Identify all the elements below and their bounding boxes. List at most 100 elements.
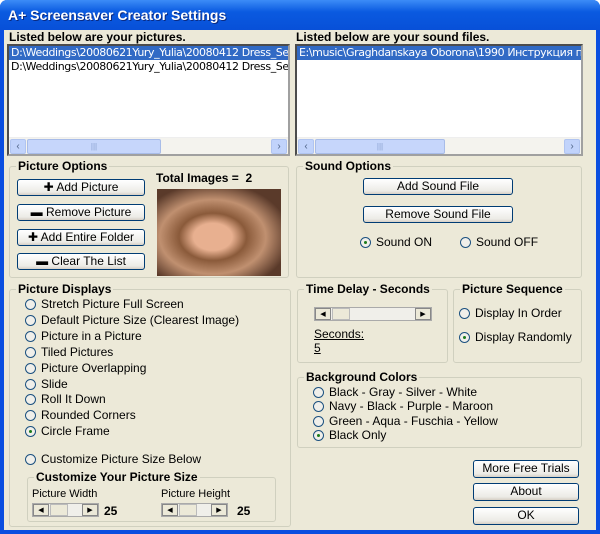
- display-option-circle[interactable]: Circle Frame: [25, 424, 110, 438]
- clear-list-button[interactable]: ▬ Clear The List: [17, 253, 145, 270]
- pictures-list[interactable]: D:\Weddings\20080621Yury_Yulia\20080412 …: [7, 44, 290, 156]
- radio-label: Black - Gray - Silver - White: [329, 385, 478, 399]
- radio-icon: [460, 237, 471, 248]
- sound-off-radio[interactable]: Sound OFF: [460, 235, 538, 249]
- scroll-left-icon[interactable]: ‹: [298, 139, 314, 154]
- minus-icon: ▬: [30, 205, 46, 219]
- time-delay-slider[interactable]: ◀ ▶: [314, 307, 432, 321]
- list-item[interactable]: D:\Weddings\20080621Yury_Yulia\20080412 …: [9, 46, 288, 60]
- button-label: Remove Picture: [45, 205, 132, 219]
- slider-arrow-icon[interactable]: ◀: [315, 308, 331, 320]
- display-option-default[interactable]: Default Picture Size (Clearest Image): [25, 313, 239, 327]
- bg-option-green[interactable]: Green - Aqua - Fuschia - Yellow: [313, 414, 498, 428]
- radio-icon: [25, 363, 36, 374]
- radio-checked-icon: [313, 430, 324, 441]
- more-free-trials-button[interactable]: More Free Trials: [473, 460, 579, 478]
- radio-label: Picture Overlapping: [41, 361, 147, 375]
- height-slider[interactable]: ◀ ▶: [161, 503, 228, 517]
- slider-arrow-icon[interactable]: ◀: [162, 504, 178, 516]
- display-option-customize[interactable]: Customize Picture Size Below: [25, 452, 201, 466]
- height-value: 25: [237, 504, 251, 518]
- minus-icon: ▬: [36, 254, 52, 268]
- scroll-left-icon[interactable]: ‹: [10, 139, 26, 154]
- scroll-thumb[interactable]: |||: [315, 139, 445, 154]
- bg-option-black-only[interactable]: Black Only: [313, 428, 386, 442]
- picture-sequence-group: Picture Sequence: [453, 282, 582, 363]
- about-button[interactable]: About: [473, 483, 579, 501]
- group-title: Picture Displays: [16, 282, 114, 296]
- plus-icon: ✚: [27, 230, 41, 244]
- sequence-random-radio[interactable]: Display Randomly: [459, 330, 572, 344]
- picture-preview: [157, 189, 281, 276]
- add-picture-button[interactable]: ✚ Add Picture: [17, 179, 145, 196]
- pictures-label: Listed below are your pictures.: [9, 30, 186, 44]
- group-title: Picture Options: [16, 159, 110, 173]
- scroll-thumb[interactable]: |||: [27, 139, 161, 154]
- display-option-tiled[interactable]: Tiled Pictures: [25, 345, 113, 359]
- radio-icon: [25, 315, 36, 326]
- width-slider[interactable]: ◀ ▶: [32, 503, 99, 517]
- seconds-label: Seconds:: [314, 327, 365, 341]
- slider-thumb[interactable]: [179, 504, 197, 516]
- slider-arrow-icon[interactable]: ▶: [82, 504, 98, 516]
- radio-label: Tiled Pictures: [41, 345, 114, 359]
- add-folder-button[interactable]: ✚ Add Entire Folder: [17, 229, 145, 246]
- display-option-rounded[interactable]: Rounded Corners: [25, 408, 136, 422]
- radio-icon: [313, 387, 324, 398]
- group-title: Background Colors: [304, 370, 420, 384]
- sound-on-radio[interactable]: Sound ON: [360, 235, 432, 249]
- slider-thumb[interactable]: [332, 308, 350, 320]
- display-option-stretch[interactable]: Stretch Picture Full Screen: [25, 297, 184, 311]
- radio-label: Rounded Corners: [41, 408, 136, 422]
- title-bar: A+ Screensaver Creator Settings: [0, 0, 600, 30]
- slider-arrow-icon[interactable]: ◀: [33, 504, 49, 516]
- horizontal-scrollbar[interactable]: ‹ ||| ›: [297, 137, 581, 154]
- button-label: Add Picture: [56, 180, 119, 194]
- radio-label: Default Picture Size (Clearest Image): [41, 313, 240, 327]
- scroll-right-icon[interactable]: ›: [271, 139, 287, 154]
- radio-label: Picture in a Picture: [41, 329, 142, 343]
- slider-arrow-icon[interactable]: ▶: [415, 308, 431, 320]
- add-sound-button[interactable]: Add Sound File: [363, 178, 513, 195]
- radio-label: Customize Picture Size Below: [41, 452, 202, 466]
- bg-option-black-gray[interactable]: Black - Gray - Silver - White: [313, 385, 477, 399]
- radio-label: Roll It Down: [41, 392, 106, 406]
- bg-option-navy[interactable]: Navy - Black - Purple - Maroon: [313, 399, 493, 413]
- total-images-value: 2: [245, 171, 253, 185]
- remove-picture-button[interactable]: ▬ Remove Picture: [17, 204, 145, 221]
- radio-checked-icon: [360, 237, 371, 248]
- radio-label: Display Randomly: [475, 330, 572, 344]
- radio-icon: [25, 379, 36, 390]
- radio-icon: [25, 347, 36, 358]
- horizontal-scrollbar[interactable]: ‹ ||| ›: [9, 137, 288, 154]
- display-option-pip[interactable]: Picture in a Picture: [25, 329, 142, 343]
- sequence-in-order-radio[interactable]: Display In Order: [459, 306, 562, 320]
- sounds-label: Listed below are your sound files.: [296, 30, 490, 44]
- display-option-slide[interactable]: Slide: [25, 377, 68, 391]
- slider-thumb[interactable]: [50, 504, 68, 516]
- sounds-list[interactable]: E:\music\Graghdanskaya Oborona\1990 Инст…: [295, 44, 583, 156]
- list-item[interactable]: D:\Weddings\20080621Yury_Yulia\20080412 …: [9, 60, 288, 74]
- display-option-roll[interactable]: Roll It Down: [25, 392, 106, 406]
- ok-button[interactable]: OK: [473, 507, 579, 525]
- radio-icon: [25, 454, 36, 465]
- radio-label: Sound ON: [376, 235, 433, 249]
- remove-sound-button[interactable]: Remove Sound File: [363, 206, 513, 223]
- group-title: Sound Options: [303, 159, 393, 173]
- group-title: Time Delay - Seconds: [304, 282, 432, 296]
- radio-checked-icon: [459, 332, 470, 343]
- scroll-right-icon[interactable]: ›: [564, 139, 580, 154]
- radio-label: Stretch Picture Full Screen: [41, 297, 184, 311]
- height-label: Picture Height: [161, 488, 231, 500]
- width-value: 25: [104, 504, 118, 518]
- radio-label: Green - Aqua - Fuschia - Yellow: [329, 414, 498, 428]
- radio-label: Black Only: [329, 428, 387, 442]
- display-option-overlapping[interactable]: Picture Overlapping: [25, 361, 146, 375]
- radio-label: Navy - Black - Purple - Maroon: [329, 399, 494, 413]
- seconds-value: 5: [314, 341, 321, 355]
- total-images: Total Images = 2: [156, 171, 252, 185]
- radio-icon: [25, 394, 36, 405]
- slider-arrow-icon[interactable]: ▶: [211, 504, 227, 516]
- list-item[interactable]: E:\music\Graghdanskaya Oborona\1990 Инст…: [297, 46, 581, 60]
- width-label: Picture Width: [32, 488, 98, 500]
